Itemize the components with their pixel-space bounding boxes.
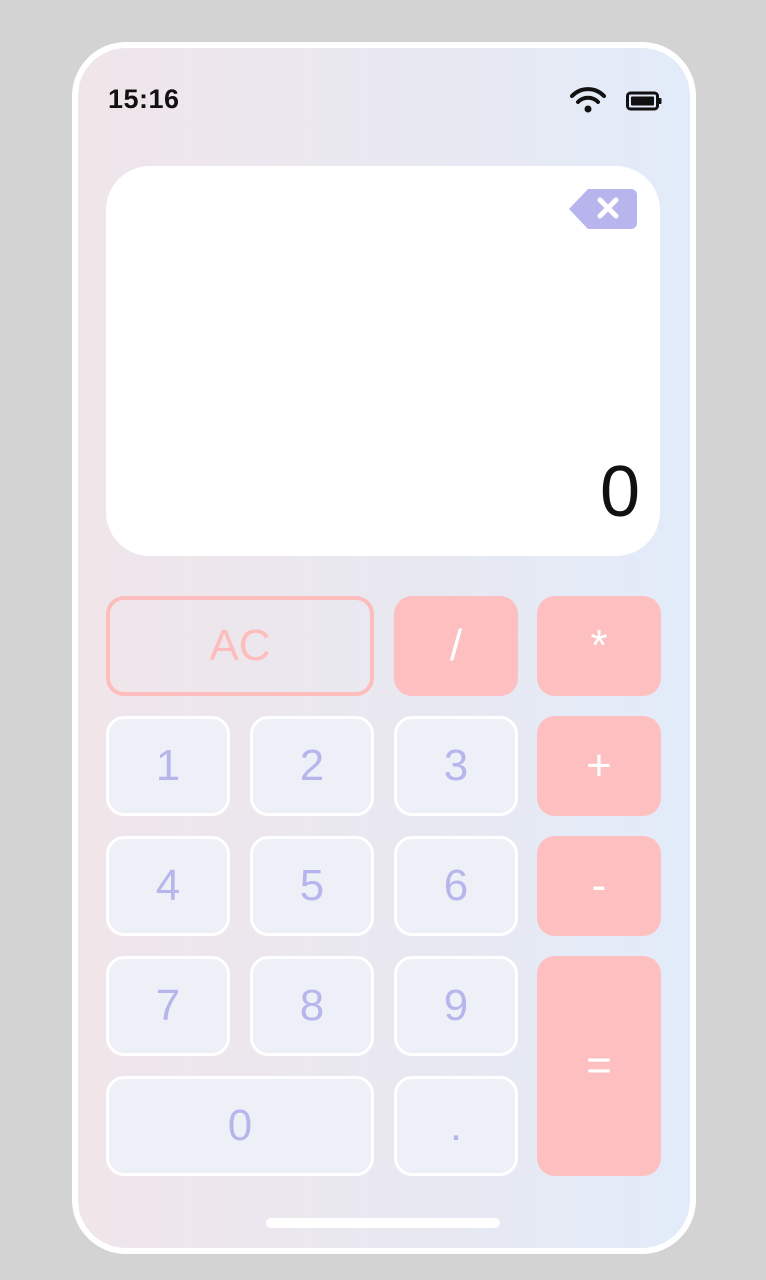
calculator-display: 0 [106, 166, 660, 556]
plus-button[interactable]: + [537, 716, 661, 816]
home-indicator[interactable] [266, 1218, 500, 1228]
digit-3-button[interactable]: 3 [394, 716, 518, 816]
status-time: 15:16 [108, 84, 180, 114]
decimal-button[interactable]: . [394, 1076, 518, 1176]
digit-9-button[interactable]: 9 [394, 956, 518, 1056]
status-bar: 15:16 [78, 48, 690, 158]
display-value: 0 [599, 452, 640, 532]
digit-6-button[interactable]: 6 [394, 836, 518, 936]
divide-button[interactable]: / [394, 596, 518, 696]
digit-4-button[interactable]: 4 [106, 836, 230, 936]
digit-1-button[interactable]: 1 [106, 716, 230, 816]
wifi-icon [570, 87, 606, 113]
digit-5-button[interactable]: 5 [250, 836, 374, 936]
digit-8-button[interactable]: 8 [250, 956, 374, 1056]
minus-button[interactable]: - [537, 836, 661, 936]
digit-7-button[interactable]: 7 [106, 956, 230, 1056]
multiply-button[interactable]: * [537, 596, 661, 696]
clear-button[interactable]: AC [106, 596, 374, 696]
backspace-icon[interactable] [568, 188, 638, 230]
digit-0-button[interactable]: 0 [106, 1076, 374, 1176]
battery-icon [626, 91, 662, 111]
digit-2-button[interactable]: 2 [250, 716, 374, 816]
phone-frame: 15:16 0 AC / * 1 2 3 + 4 5 6 - 7 8 9 = 0… [72, 42, 696, 1254]
equals-button[interactable]: = [537, 956, 661, 1176]
